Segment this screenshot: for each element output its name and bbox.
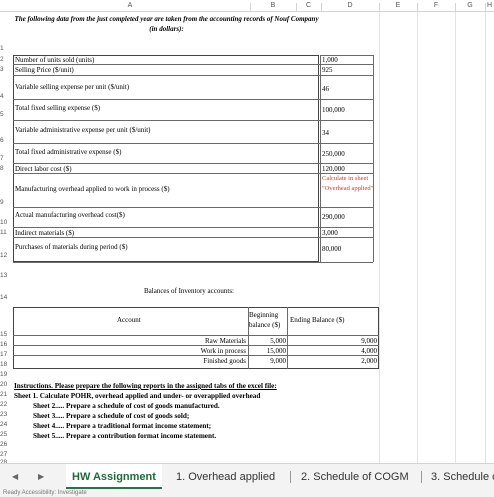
row-header[interactable]: 8 xyxy=(0,165,10,173)
row-header[interactable]: 11 xyxy=(0,229,10,237)
tab-hw-assignment[interactable]: HW Assignment xyxy=(66,464,162,490)
inventory-wip-name[interactable]: Work in process xyxy=(150,347,246,355)
row-header[interactable]: 3 xyxy=(0,66,10,74)
col-header-b[interactable]: B xyxy=(250,0,296,12)
row-header[interactable]: 17 xyxy=(0,351,10,359)
label-overhead-applied[interactable]: Manufacturing overhead applied to work i… xyxy=(15,185,170,193)
label-variable-selling-expense[interactable]: Variable selling expense per unit ($/uni… xyxy=(15,83,129,91)
value-variable-admin-expense[interactable]: 34 xyxy=(322,129,329,137)
row-header[interactable]: 20 xyxy=(0,381,10,389)
tab-scroll-right-icon[interactable]: ▶ xyxy=(38,472,44,481)
row-header[interactable]: 14 xyxy=(0,294,10,302)
inventory-heading[interactable]: Balances of Inventory accounts: xyxy=(144,287,234,295)
value-direct-labor[interactable]: 120,000 xyxy=(322,165,345,173)
instructions-heading[interactable]: Instructions. Please prepare the followi… xyxy=(14,382,277,390)
inventory-wip-ending[interactable]: 4,000 xyxy=(289,347,377,355)
row-header[interactable]: 26 xyxy=(0,441,10,449)
inventory-finished-goods-beginning[interactable]: 9,000 xyxy=(249,357,286,365)
value-units-sold[interactable]: 1,000 xyxy=(322,56,338,64)
value-selling-price[interactable]: 925 xyxy=(322,66,333,74)
value-indirect-materials[interactable]: 3,000 xyxy=(322,229,338,237)
col-header-a[interactable]: A xyxy=(10,0,250,12)
tab-schedule-cogm[interactable]: 2. Schedule of COGM xyxy=(301,464,409,490)
label-variable-admin-expense[interactable]: Variable administrative expense per unit… xyxy=(15,126,151,134)
label-actual-overhead[interactable]: Actual manufacturing overhead cost($) xyxy=(15,211,125,219)
row-header[interactable]: 10 xyxy=(0,219,10,227)
status-bar: Ready Accessibility: Investigate xyxy=(0,489,494,497)
inventory-col-ending[interactable]: Ending Balance ($) xyxy=(290,316,344,324)
label-selling-price[interactable]: Selling Price ($/unit) xyxy=(15,66,74,74)
sheet-tab-bar: ◀ ▶ HW Assignment 1. Overhead applied 2.… xyxy=(0,463,494,490)
tab-schedule-cogs[interactable]: 3. Schedule o xyxy=(431,464,494,490)
col-header-e[interactable]: E xyxy=(379,0,417,12)
inventory-raw-materials-ending[interactable]: 9,000 xyxy=(289,337,377,345)
row-header[interactable]: 9 xyxy=(0,199,10,207)
value-variable-selling-expense[interactable]: 46 xyxy=(322,85,329,93)
value-fixed-admin-expense[interactable]: 250,000 xyxy=(322,150,345,158)
row-header[interactable]: 13 xyxy=(0,272,10,280)
tab-overhead-applied[interactable]: 1. Overhead applied xyxy=(176,464,275,490)
inventory-finished-goods-name[interactable]: Finished goods xyxy=(150,357,246,365)
col-header-c[interactable]: C xyxy=(296,0,321,12)
instruction-sheet-2[interactable]: Sheet 2..... Prepare a schedule of cost … xyxy=(33,402,220,410)
row-header[interactable]: 27 xyxy=(0,451,10,459)
row-header[interactable]: 19 xyxy=(0,371,10,379)
row-header[interactable]: 5 xyxy=(0,111,10,119)
value-fixed-selling-expense[interactable]: 100,000 xyxy=(322,106,345,114)
tab-scroll-left-icon[interactable]: ◀ xyxy=(12,472,18,481)
instruction-sheet-5[interactable]: Sheet 5..... Prepare a contribution form… xyxy=(33,432,216,440)
label-fixed-selling-expense[interactable]: Total fixed selling expense ($) xyxy=(15,104,100,112)
label-indirect-materials[interactable]: Indirect materials ($) xyxy=(15,229,74,237)
inventory-col-beginning[interactable]: Beginning balance ($) xyxy=(249,310,287,330)
label-direct-labor[interactable]: Direct labor cost ($) xyxy=(15,165,72,173)
row-header[interactable]: 22 xyxy=(0,401,10,409)
row-header[interactable]: 12 xyxy=(0,252,10,260)
label-units-sold[interactable]: Number of units sold (units) xyxy=(15,56,94,64)
row-header[interactable]: 23 xyxy=(0,411,10,419)
row-header[interactable]: 24 xyxy=(0,421,10,429)
value-purchases-materials[interactable]: 80,000 xyxy=(322,245,341,253)
instruction-sheet-1[interactable]: Sheet 1. Calculate POHR, overhead applie… xyxy=(14,392,260,400)
label-fixed-admin-expense[interactable]: Total fixed administrative expense ($) xyxy=(15,148,121,156)
label-purchases-materials[interactable]: Purchases of materials during period ($) xyxy=(15,243,128,251)
row-header[interactable]: 15 xyxy=(0,331,10,339)
row-header[interactable]: 25 xyxy=(0,431,10,439)
row-header[interactable]: 7 xyxy=(0,155,10,163)
col-header-h[interactable]: H xyxy=(485,0,494,12)
row-header[interactable]: 1 xyxy=(0,45,10,53)
value-actual-overhead[interactable]: 290,000 xyxy=(322,213,345,221)
col-header-d[interactable]: D xyxy=(321,0,379,12)
instruction-sheet-4[interactable]: Sheet 4..... Prepare a traditional forma… xyxy=(33,422,211,430)
row-header[interactable]: 4 xyxy=(0,93,10,101)
inventory-col-account[interactable]: Account xyxy=(117,316,141,324)
inventory-raw-materials-beginning[interactable]: 5,000 xyxy=(249,337,286,345)
inventory-finished-goods-ending[interactable]: 2,000 xyxy=(289,357,377,365)
note-overhead-applied[interactable]: Calculate in sheet "Overhead applied" xyxy=(322,174,374,194)
col-header-f[interactable]: F xyxy=(417,0,455,12)
inventory-raw-materials-name[interactable]: Raw Materials xyxy=(150,337,246,345)
col-header-g[interactable]: G xyxy=(455,0,485,12)
row-header[interactable]: 21 xyxy=(0,391,10,399)
inventory-wip-beginning[interactable]: 15,000 xyxy=(249,347,286,355)
sheet-title: The following data from the just complet… xyxy=(14,15,319,33)
row-header[interactable]: 18 xyxy=(0,361,10,369)
row-header[interactable]: 6 xyxy=(0,137,10,145)
column-header-bar: A B C D E F G H xyxy=(0,0,494,12)
row-header[interactable]: 2 xyxy=(0,56,10,64)
instruction-sheet-3[interactable]: Sheet 3..... Prepare a schedule of cost … xyxy=(33,412,189,420)
row-header[interactable]: 16 xyxy=(0,341,10,349)
